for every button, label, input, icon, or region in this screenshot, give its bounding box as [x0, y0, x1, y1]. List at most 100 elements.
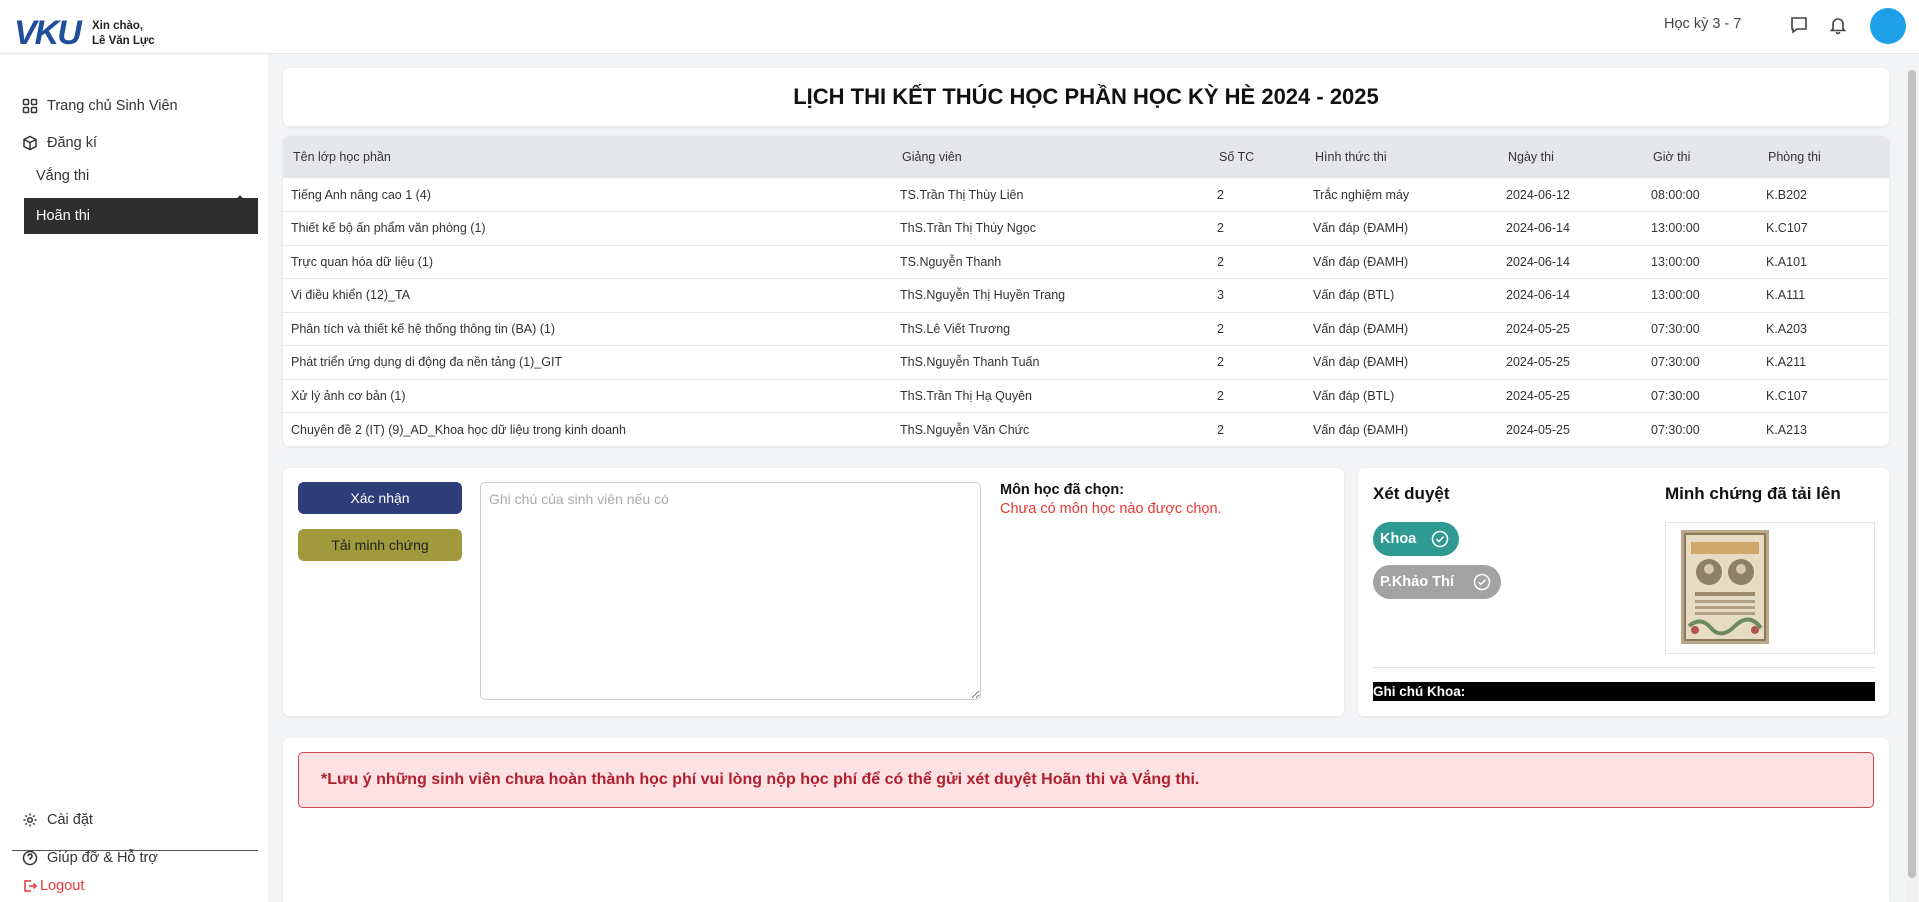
message-icon[interactable] — [1788, 14, 1810, 36]
table-cell: K.B202 — [1766, 187, 1808, 202]
table-row[interactable]: Vi điều khiển (12)_TA ThS.Nguyễn Thị Huyề… — [283, 279, 1889, 312]
table-cell: Vấn đáp (ĐAMH) — [1313, 321, 1409, 336]
table-cell: 07:30:00 — [1651, 388, 1700, 403]
logo-text: VKU — [14, 14, 82, 52]
semester-label[interactable]: Học kỳ 3 - 7 — [1664, 16, 1741, 32]
page-title: LỊCH THI KẾT THÚC HỌC PHẦN HỌC KỲ HÈ 202… — [793, 84, 1379, 109]
page-scrollbar[interactable] — [1906, 66, 1918, 902]
table-cell: ThS.Nguyễn Thanh Tuấn — [900, 355, 1040, 370]
table-row[interactable]: Chuyên đề 2 (IT) (9)_AD_Khoa học dữ liệu… — [283, 413, 1889, 447]
table-cell: Vấn đáp (ĐAMH) — [1313, 221, 1409, 236]
table-cell: ThS.Nguyễn Văn Chức — [900, 422, 1030, 437]
sidebar-subitem-absent[interactable]: Vắng thi — [24, 158, 258, 194]
column-header[interactable]: Giờ thi — [1643, 136, 1758, 178]
avatar[interactable] — [1870, 8, 1906, 44]
sidebar-item-register[interactable]: Đăng kí — [22, 135, 97, 151]
evidence-thumbnail[interactable] — [1681, 530, 1769, 644]
user-greeting: Xin chào, Lê Văn Lực — [92, 19, 155, 49]
gear-icon — [23, 813, 37, 827]
table-cell: ThS.Trần Thị Hạ Quyên — [900, 388, 1033, 403]
table-cell: ThS.Nguyễn Thị Huyền Trang — [900, 288, 1066, 303]
sidebar-item-home[interactable]: Trang chủ Sinh Viên — [22, 98, 178, 114]
review-title: Xét duyệt — [1373, 484, 1450, 503]
selected-courses-empty: Chưa có môn học nào được chọn. — [1000, 501, 1222, 517]
sidebar-item-help[interactable]: Giúp đỡ & Hỗ trợ — [22, 850, 158, 866]
table-cell: Thiết kế bộ ấn phẩm văn phòng (1) — [291, 221, 486, 236]
sidebar-item-label: Trang chủ Sinh Viên — [47, 98, 178, 114]
evidence-preview[interactable] — [1665, 522, 1875, 654]
table-cell: Trắc nghiệm máy — [1313, 187, 1410, 202]
table-cell: 2024-06-14 — [1506, 221, 1570, 236]
table-cell: ThS.Lê Viết Trương — [900, 321, 1011, 336]
confirm-button[interactable]: Xác nhận — [298, 482, 462, 514]
column-header[interactable]: Phòng thi — [1758, 136, 1889, 178]
sidebar-item-settings[interactable]: Cài đặt — [22, 812, 93, 828]
table-cell: Vấn đáp (BTL) — [1313, 388, 1395, 403]
column-header[interactable]: Ngày thi — [1498, 136, 1643, 178]
table-cell: K.A203 — [1766, 321, 1808, 336]
table-cell: Vấn đáp (ĐAMH) — [1313, 254, 1409, 269]
logout-link[interactable]: Logout — [22, 878, 84, 894]
table-cell: Trực quan hóa dữ liệu (1) — [291, 254, 434, 269]
check-circle-icon — [1473, 573, 1491, 591]
column-header[interactable]: Số TC — [1209, 136, 1305, 178]
table-cell: Tiếng Anh nâng cao 1 (4) — [291, 187, 431, 202]
user-name: Lê Văn Lực — [92, 35, 155, 47]
table-header-row: Tên lớp học phần Giảng viên Số TC Hình t… — [283, 136, 1889, 178]
check-circle-icon — [1431, 530, 1449, 548]
help-icon — [22, 850, 38, 866]
table-cell: 2024-06-12 — [1506, 187, 1570, 202]
exam-schedule-table: Tên lớp học phần Giảng viên Số TC Hình t… — [283, 136, 1889, 446]
sidebar-item-label: Giúp đỡ & Hỗ trợ — [47, 850, 158, 866]
cube-icon — [23, 135, 37, 151]
grid-icon — [22, 98, 38, 114]
table-cell: 07:30:00 — [1651, 321, 1700, 336]
title-card: LỊCH THI KẾT THÚC HỌC PHẦN HỌC KỲ HÈ 202… — [283, 68, 1889, 126]
table-cell: 3 — [1217, 288, 1224, 303]
sidebar-subitem-postpone[interactable]: Hoãn thi — [24, 198, 258, 234]
table-cell: ThS.Trần Thị Thúy Ngọc — [900, 221, 1036, 236]
table-cell: 2024-05-25 — [1506, 355, 1570, 370]
upload-evidence-button[interactable]: Tải minh chứng — [298, 529, 462, 561]
table-cell: TS.Trần Thị Thùy Liên — [900, 187, 1024, 202]
table-cell: Vấn đáp (BTL) — [1313, 288, 1395, 303]
table-cell: 13:00:00 — [1651, 288, 1700, 303]
bell-icon[interactable] — [1827, 14, 1849, 36]
top-header: VKU Xin chào, Lê Văn Lực Học kỳ 3 - 7 — [0, 0, 1919, 54]
table-cell: 2 — [1217, 254, 1224, 269]
table-cell: 2024-06-14 — [1506, 254, 1570, 269]
table-cell: 2024-06-14 — [1506, 288, 1570, 303]
column-header[interactable]: Tên lớp học phần — [283, 136, 892, 178]
table-row[interactable]: Phân tích và thiết kế hệ thống thông tin… — [283, 312, 1889, 346]
vku-logo[interactable]: VKU — [14, 14, 82, 52]
table-cell: K.C107 — [1766, 388, 1808, 403]
table-cell: 2 — [1217, 221, 1224, 236]
table-row[interactable]: Phát triển ứng dụng di động đa nền tảng … — [283, 346, 1889, 379]
table-cell: Phân tích và thiết kế hệ thống thông tin… — [291, 321, 556, 336]
logout-icon — [24, 880, 38, 892]
student-note-input[interactable] — [480, 482, 981, 700]
table-cell: K.C107 — [1766, 221, 1808, 236]
table-cell: Phát triển ứng dụng di động đa nền tảng … — [291, 355, 563, 370]
table-cell: K.A111 — [1766, 288, 1806, 303]
table-cell: 2 — [1217, 187, 1224, 202]
table-cell: Xử lý ảnh cơ bản (1) — [291, 388, 406, 403]
table-cell: 2 — [1217, 388, 1224, 403]
scrollbar-thumb[interactable] — [1908, 70, 1916, 878]
logout-label: Logout — [40, 878, 85, 894]
table-row[interactable]: Trực quan hóa dữ liệu (1) TS.Nguyễn Thanh… — [283, 245, 1889, 279]
table-row[interactable]: Tiếng Anh nâng cao 1 (4) TS.Trần Thị Thùy… — [283, 178, 1889, 212]
table-cell: K.A213 — [1766, 422, 1808, 437]
postpone-form-card: Xác nhận Tải minh chứng Môn học đã chọn:… — [283, 468, 1344, 716]
status-badge-label: P.Khảo Thí — [1380, 574, 1454, 590]
column-header[interactable]: Giảng viên — [892, 136, 1209, 178]
fee-notice-alert: *Lưu ý những sinh viên chưa hoàn thành h… — [298, 752, 1874, 808]
column-header[interactable]: Hình thức thi — [1305, 136, 1498, 178]
selected-courses-label: Môn học đã chọn: — [1000, 482, 1125, 498]
sidebar: Trang chủ Sinh Viên Đăng kí Vắng thi Hoã… — [0, 55, 268, 902]
sidebar-item-label: Cài đặt — [47, 812, 93, 828]
status-badge-faculty: Khoa — [1373, 522, 1459, 556]
table-row[interactable]: Thiết kế bộ ấn phẩm văn phòng (1) ThS.Trầ… — [283, 212, 1889, 245]
table-row[interactable]: Xử lý ảnh cơ bản (1) ThS.Trần Thị Hạ Quyê… — [283, 379, 1889, 413]
table-cell: 2024-05-25 — [1506, 422, 1570, 437]
